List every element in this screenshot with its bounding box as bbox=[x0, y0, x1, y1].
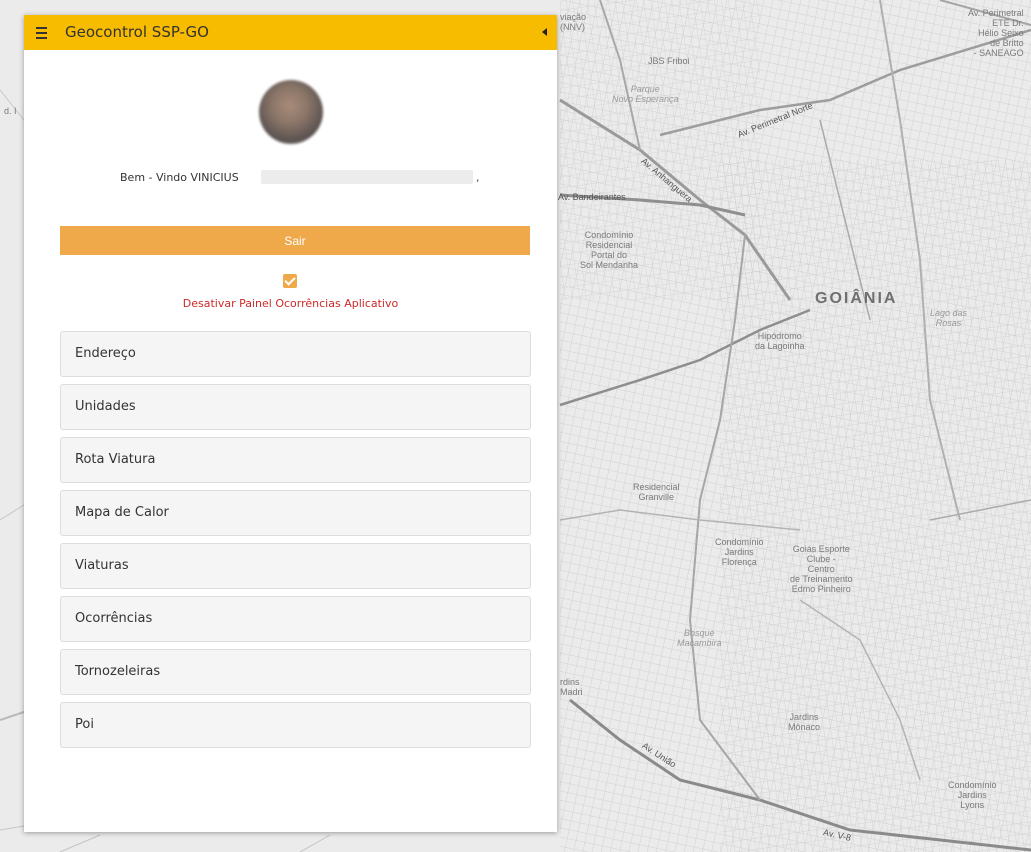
map-label-goias-esporte: Goiás Esporte Clube - Centro de Treiname… bbox=[790, 544, 853, 594]
menu-item-tornozeleiras[interactable]: Tornozeleiras bbox=[60, 649, 531, 695]
menu-item-ocorrencias[interactable]: Ocorrências bbox=[60, 596, 531, 642]
map-label-jardins-monaco: Jardins Mônaco bbox=[788, 712, 821, 732]
menu-item-label: Rota Viatura bbox=[75, 452, 156, 467]
hamburger-icon[interactable] bbox=[36, 24, 50, 41]
menu-item-label: Poi bbox=[75, 717, 94, 732]
menu-item-label: Tornozeleiras bbox=[75, 664, 161, 679]
map-label-condominio-lyons: Condomínio Jardins Lyons bbox=[948, 780, 997, 810]
panel-header: Geocontrol SSP-GO bbox=[24, 15, 557, 50]
caret-left-icon[interactable] bbox=[542, 28, 547, 36]
menu-item-label: Viaturas bbox=[75, 558, 129, 573]
menu-item-endereco[interactable]: Endereço bbox=[60, 331, 531, 377]
avatar bbox=[259, 80, 323, 144]
menu-item-viaturas[interactable]: Viaturas bbox=[60, 543, 531, 589]
map-label-jardins-florenca: Condomínio Jardins Florença bbox=[715, 537, 764, 567]
logout-button[interactable]: Sair bbox=[60, 226, 530, 255]
redacted-username bbox=[261, 170, 473, 184]
map-label-jardins-madri: rdins Madri bbox=[560, 677, 583, 697]
layer-menu: Endereço Unidades Rota Viatura Mapa de C… bbox=[60, 331, 531, 755]
map-label-jbs: JBS Friboi bbox=[648, 56, 690, 66]
menu-item-poi[interactable]: Poi bbox=[60, 702, 531, 748]
disable-panel-checkbox[interactable] bbox=[283, 274, 297, 288]
map-label-parque: Parque Novo Esperança bbox=[612, 84, 679, 104]
map-label-granville: Residencial Granville bbox=[633, 482, 680, 502]
map-label-aviacao: viação (NNV) bbox=[560, 12, 587, 32]
menu-item-label: Ocorrências bbox=[75, 611, 153, 626]
map-label-lago: Lago das Rosas bbox=[930, 308, 968, 328]
map-label-bosque: Bosque Macambira bbox=[677, 628, 722, 648]
menu-item-label: Unidades bbox=[75, 399, 136, 414]
map-label-left-edge: d. I bbox=[4, 106, 17, 116]
map-label-condominio-portal: Condomínio Residencial Portal do Sol Men… bbox=[580, 230, 639, 270]
side-panel: Geocontrol SSP-GO Bem - Vindo VINICIUS ,… bbox=[24, 15, 557, 832]
menu-item-unidades[interactable]: Unidades bbox=[60, 384, 531, 430]
menu-item-label: Mapa de Calor bbox=[75, 505, 169, 520]
menu-item-rota-viatura[interactable]: Rota Viatura bbox=[60, 437, 531, 483]
menu-item-mapa-de-calor[interactable]: Mapa de Calor bbox=[60, 490, 531, 536]
menu-item-label: Endereço bbox=[75, 346, 136, 361]
app-title: Geocontrol SSP-GO bbox=[65, 23, 209, 41]
map-label-bandeirantes: Av. Bandeirantes bbox=[558, 192, 626, 202]
welcome-text: Bem - Vindo VINICIUS bbox=[120, 171, 239, 184]
disable-panel-label: Desativar Painel Ocorrências Aplicativo bbox=[182, 297, 399, 310]
map-label-city: GOIÂNIA bbox=[815, 290, 898, 307]
welcome-comma: , bbox=[476, 171, 480, 184]
map-label-ete: Av. Perimetral ETE Dr. Hélio Seixo de Br… bbox=[968, 8, 1024, 58]
map-label-hipodromo: Hipódromo da Lagoinha bbox=[755, 331, 805, 351]
